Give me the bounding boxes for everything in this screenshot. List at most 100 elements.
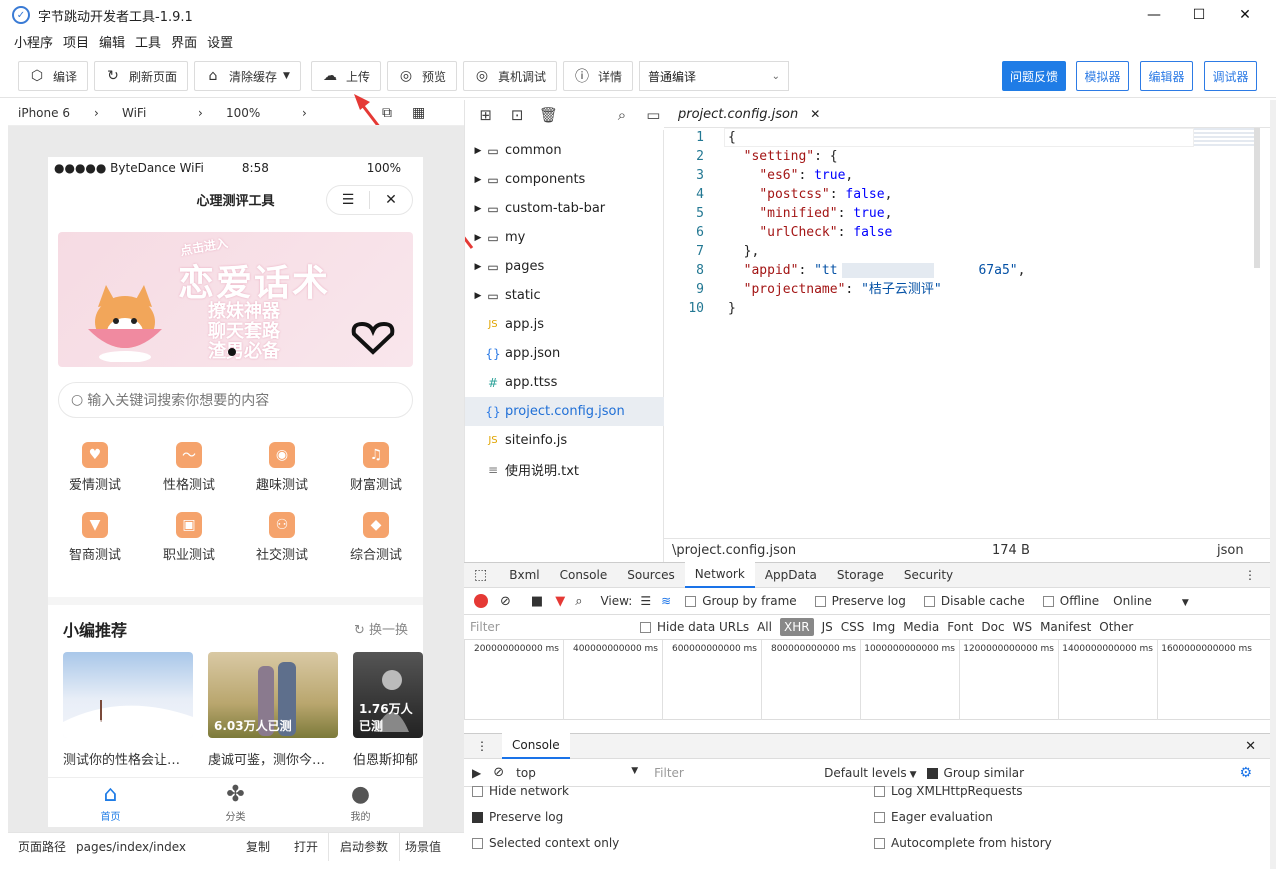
launch-params-button[interactable]: 启动参数 [329,838,399,855]
upload-button[interactable]: ☁ 上传 [311,61,382,91]
category-iq[interactable]: ▼ 智商测试 [48,512,142,572]
refresh-button[interactable]: ↻ 刷新页面 [94,61,189,91]
tree-file-siteinfo-js[interactable]: JS siteinfo.js [465,426,664,455]
type-media[interactable]: Media [903,620,939,634]
hide-data-urls-option[interactable]: Hide data URLs [640,620,749,634]
compile-mode-select[interactable]: 普通编译 ⌄ [639,61,789,91]
type-xhr[interactable]: XHR [779,618,814,636]
close-drawer-icon[interactable]: ✕ [1245,739,1256,754]
recommend-card[interactable]: 5.3万人已测 [63,652,193,738]
simulator-toggle-button[interactable]: 模拟器 [1076,61,1129,91]
type-doc[interactable]: Doc [981,620,1004,634]
open-path-button[interactable]: 打开 [294,838,328,855]
type-all[interactable]: All [757,620,772,634]
checkbox[interactable] [874,837,885,849]
record-icon[interactable] [474,594,488,608]
large-rows-icon[interactable]: ☰ [640,594,651,608]
offline-option[interactable]: Offline [1042,594,1099,608]
tab-storage[interactable]: Storage [827,562,894,588]
delete-icon[interactable]: 🗑 [538,106,559,124]
menu-view[interactable]: 界面 [171,32,197,51]
grid-icon[interactable]: ▦ [412,105,432,121]
tree-folder-components[interactable]: ▶ ▭ components [465,165,664,194]
minimap[interactable] [1194,128,1254,148]
console-drawer-tab[interactable]: Console [502,733,570,759]
zoom-select[interactable]: 100% [226,106,302,120]
type-font[interactable]: Font [947,620,973,634]
sidebar-toggle-icon[interactable]: ▶ [472,766,481,780]
preserve-log-option[interactable]: Preserve log [814,594,906,608]
category-wealth[interactable]: ♫ 财富测试 [329,442,423,502]
tab-network[interactable]: Network [684,562,755,588]
search-input[interactable]: ○ 输入关键词搜索你想要的内容 [58,382,413,418]
type-js[interactable]: JS [822,620,833,634]
tab-appdata[interactable]: AppData [755,562,827,588]
console-filter-input[interactable]: Filter [654,766,824,780]
maximize-button[interactable]: ☐ [1176,0,1222,30]
code-editor[interactable]: 1 2 3 4 5 6 7 8 9 10 { "setting": { "es6… [664,128,1276,538]
disable-cache-option[interactable]: Disable cache [923,594,1025,608]
drawer-menu-icon[interactable]: ⋮ [476,739,488,753]
menu-miniprogram[interactable]: 小程序 [14,32,53,51]
eager-evaluation-option[interactable]: Eager evaluation [874,810,993,824]
editor-tab-project-config[interactable]: project.config.json ✕ [668,100,830,128]
scene-button[interactable]: 场景值 [400,838,446,855]
category-love[interactable]: ♥ 爱情测试 [48,442,142,502]
minimize-button[interactable]: — [1131,0,1177,30]
filter-icon[interactable]: ▼ [555,594,565,609]
details-button[interactable]: ⓘ 详情 [563,61,634,91]
tree-file-app-ttss[interactable]: # app.ttss [465,368,664,397]
category-career[interactable]: ▣ 职业测试 [142,512,236,572]
category-fun[interactable]: ◉ 趣味测试 [235,442,329,502]
menu-edit[interactable]: 编辑 [99,32,125,51]
editor-toggle-button[interactable]: 编辑器 [1140,61,1193,91]
new-folder-icon[interactable]: ⊡ [506,106,527,124]
compile-button[interactable]: ⬡ 编译 [18,61,89,91]
tree-folder-custom-tab-bar[interactable]: ▶ ▭ custom-tab-bar [465,194,664,223]
recommend-card[interactable]: 1.76万人已测 [353,652,423,738]
inspect-element-icon[interactable]: ⬚ [474,567,487,583]
context-select[interactable]: top ▼ [516,766,638,780]
close-app-icon[interactable]: ✕ [370,192,412,208]
tree-file-app-js[interactable]: JS app.js [465,310,664,339]
close-tab-icon[interactable]: ✕ [810,107,820,121]
network-select[interactable]: WiFi [122,106,198,120]
banner[interactable]: 点击进入 恋爱话术 撩妹神器 聊天套路 渣男必备 [58,232,413,367]
checkbox-checked[interactable] [926,767,938,779]
tree-file-app-json[interactable]: {} app.json [465,339,664,368]
group-by-frame-option[interactable]: Group by frame [685,594,797,608]
tree-folder-static[interactable]: ▶ ▭ static [465,281,664,310]
autocomplete-option[interactable]: Autocomplete from history [874,836,1052,850]
throttling-select[interactable]: Online ▼ [1113,594,1189,608]
more-menu-icon[interactable]: ⋮ [1244,568,1256,582]
device-debug-button[interactable]: ◎ 真机调试 [463,61,558,91]
close-window-button[interactable]: ✕ [1222,0,1268,30]
category-personality[interactable]: 〜性格测试 [142,442,236,502]
group-similar-option[interactable]: Group similar [926,766,1024,780]
type-img[interactable]: Img [872,620,895,634]
checkbox[interactable] [874,785,885,797]
device-select[interactable]: iPhone 6 [18,106,94,120]
waterfall-icon[interactable]: ≋ [661,594,671,608]
hide-network-option[interactable]: Hide network [472,784,569,798]
checkbox-checked[interactable] [472,811,483,823]
console-preserve-log-option[interactable]: Preserve log [472,810,563,824]
tab-home[interactable]: ⌂ 首页 [48,778,173,827]
menu-icon[interactable]: ☰ [327,192,369,208]
tab-mine[interactable]: ● 我的 [298,778,423,827]
menu-settings[interactable]: 设置 [207,32,233,51]
tab-security[interactable]: Security [894,562,963,588]
clear-cache-button[interactable]: ⌂ 清除缓存 ▼ [194,61,301,91]
tree-folder-common[interactable]: ▶ ▭ common [465,136,664,165]
rotate-icon[interactable]: ⧉ [382,105,412,121]
tree-file-readme[interactable]: ≡ 使用说明.txt [465,455,664,484]
console-settings-icon[interactable]: ⚙ [1239,765,1252,781]
shuffle-button[interactable]: ↻ 换一换 [354,619,408,638]
checkbox[interactable] [472,837,483,849]
checkbox[interactable] [685,596,697,607]
checkbox[interactable] [1042,596,1054,607]
type-css[interactable]: CSS [841,620,865,634]
menu-tools[interactable]: 工具 [135,32,161,51]
search-icon[interactable]: ⌕ [575,594,582,609]
tab-bxml[interactable]: Bxml [499,562,549,588]
